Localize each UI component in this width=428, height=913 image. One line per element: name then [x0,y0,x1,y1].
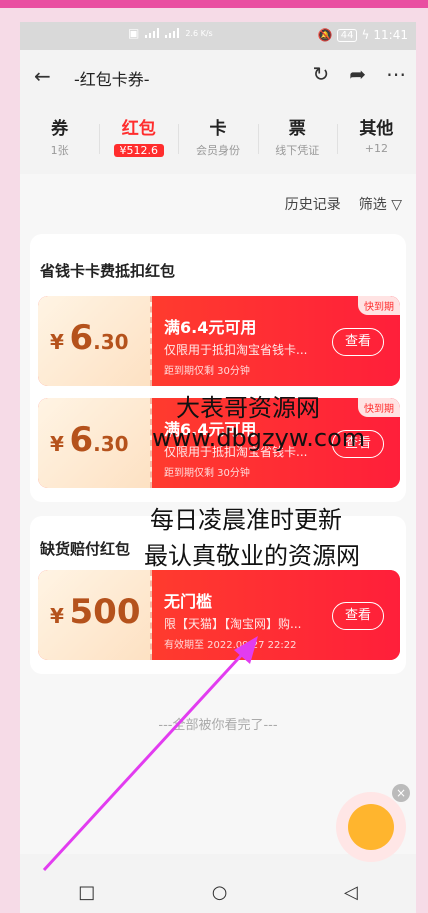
arrow-line [42,646,250,872]
annotation-arrow [42,636,258,872]
